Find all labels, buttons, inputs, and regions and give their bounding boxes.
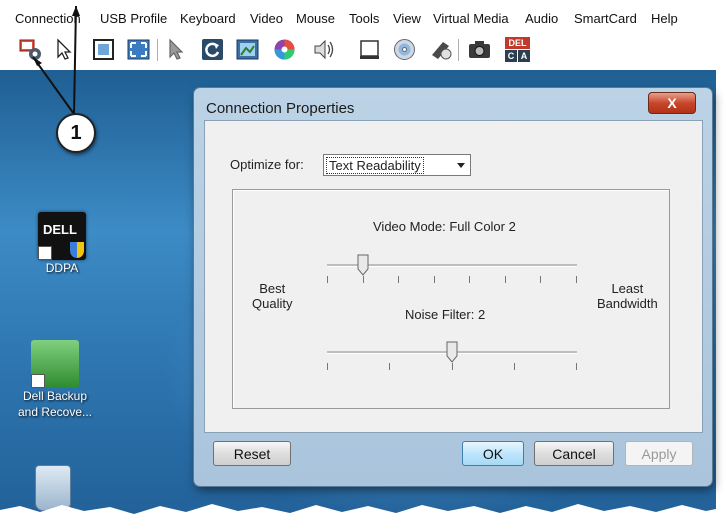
pointer-icon[interactable]	[51, 36, 78, 63]
toolbar: DEL C A	[0, 34, 726, 70]
shortcut-arrow-icon	[38, 246, 52, 260]
menu-bar: Connection USB Profile Keyboard Video Mo…	[0, 0, 726, 34]
desktop-icon-label-line1: Dell Backup	[22, 389, 88, 403]
optimize-for-value: Text Readability	[326, 157, 424, 174]
desktop-icon-dell-backup[interactable]: Dell Backup and Recove...	[8, 340, 102, 420]
optimize-for-label: Optimize for:	[230, 157, 304, 172]
desktop-icon-ddpa[interactable]: DELL DDPA	[22, 212, 102, 276]
alt-key-label: A	[518, 50, 530, 62]
least-bandwidth-label: Least Bandwidth	[597, 281, 658, 311]
slider-tick	[469, 276, 470, 283]
refresh-icon[interactable]	[199, 36, 226, 63]
color-mode-icon[interactable]	[271, 36, 298, 63]
dialog-body: Optimize for: Text Readability Video Mod…	[204, 120, 703, 433]
reset-button[interactable]: Reset	[213, 441, 291, 466]
virtual-media-cd-icon[interactable]	[391, 36, 418, 63]
dell-logo-text: DELL	[43, 222, 77, 237]
dialog-footer: Reset OK Cancel Apply	[204, 431, 701, 475]
close-button[interactable]: X	[648, 92, 696, 114]
menu-tools[interactable]: Tools	[349, 11, 379, 26]
quality-settings-group: Video Mode: Full Color 2 Best Quality Le…	[232, 189, 670, 409]
noise-filter-slider[interactable]	[327, 341, 577, 377]
slider-tick	[576, 363, 577, 370]
full-screen-icon[interactable]	[125, 36, 152, 63]
menu-keyboard[interactable]: Keyboard	[180, 11, 236, 26]
menu-view[interactable]: View	[393, 11, 421, 26]
slider-tick	[434, 276, 435, 283]
remote-console-window: Connection USB Profile Keyboard Video Mo…	[0, 0, 726, 531]
desktop-icon-label: DDPA	[45, 261, 79, 275]
apply-button[interactable]: Apply	[625, 441, 693, 466]
slider-tick	[327, 363, 328, 370]
connection-properties-dialog: Connection Properties X Optimize for: Te…	[194, 88, 712, 486]
capture-camera-icon[interactable]	[466, 36, 493, 63]
slider-tick	[398, 276, 399, 283]
backup-app-icon	[31, 340, 79, 388]
menu-usb-profile[interactable]: USB Profile	[100, 11, 167, 26]
slider-tick	[327, 276, 328, 283]
menu-audio[interactable]: Audio	[525, 11, 558, 26]
menu-virtual-media[interactable]: Virtual Media	[433, 11, 509, 26]
video-mode-slider[interactable]	[327, 254, 577, 290]
best-quality-line1: Best	[259, 281, 286, 296]
ctrl-key-label: C	[505, 50, 517, 62]
slider-tick	[576, 276, 577, 283]
screenshot-icon[interactable]	[234, 36, 261, 63]
audio-icon[interactable]	[310, 36, 337, 63]
slider-thumb[interactable]	[446, 341, 458, 363]
slider-tick	[389, 363, 390, 370]
best-quality-line2: Quality	[252, 296, 293, 311]
optimize-for-dropdown[interactable]: Text Readability	[323, 154, 471, 176]
desktop-icon-label-line2: and Recove...	[17, 405, 93, 419]
macros-icon[interactable]	[427, 36, 454, 63]
hide-cursor-icon[interactable]	[163, 36, 190, 63]
connection-properties-icon[interactable]	[17, 36, 44, 63]
ok-button[interactable]: OK	[462, 441, 524, 466]
video-mode-label: Video Mode: Full Color 2	[373, 219, 516, 234]
torn-edge	[0, 504, 726, 531]
least-bandwidth-line2: Bandwidth	[597, 296, 658, 311]
callout-number: 1	[56, 113, 96, 153]
slider-thumb[interactable]	[357, 254, 369, 276]
slider-tick	[505, 276, 506, 283]
shield-icon	[70, 242, 84, 258]
menu-video[interactable]: Video	[250, 11, 283, 26]
noise-filter-label: Noise Filter: 2	[405, 307, 486, 322]
fit-window-icon[interactable]	[90, 36, 117, 63]
eject-icon[interactable]	[356, 36, 383, 63]
slider-tick	[514, 363, 515, 370]
chevron-down-icon	[457, 163, 465, 168]
slider-tick	[363, 276, 364, 283]
dialog-title: Connection Properties	[206, 100, 355, 117]
ctrl-alt-del-top: DEL	[505, 37, 530, 49]
ctrl-alt-del-icon[interactable]: DEL C A	[504, 36, 531, 63]
best-quality-label: Best Quality	[252, 281, 292, 311]
least-bandwidth-line1: Least	[611, 281, 644, 296]
slider-tick	[540, 276, 541, 283]
menu-help[interactable]: Help	[651, 11, 678, 26]
dell-logo-icon: DELL	[38, 212, 86, 260]
menu-connection[interactable]: Connection	[15, 11, 81, 26]
shortcut-arrow-icon	[31, 374, 45, 388]
menu-mouse[interactable]: Mouse	[296, 11, 335, 26]
cancel-button[interactable]: Cancel	[534, 441, 614, 466]
slider-tick	[452, 363, 453, 370]
menu-smartcard[interactable]: SmartCard	[574, 11, 637, 26]
